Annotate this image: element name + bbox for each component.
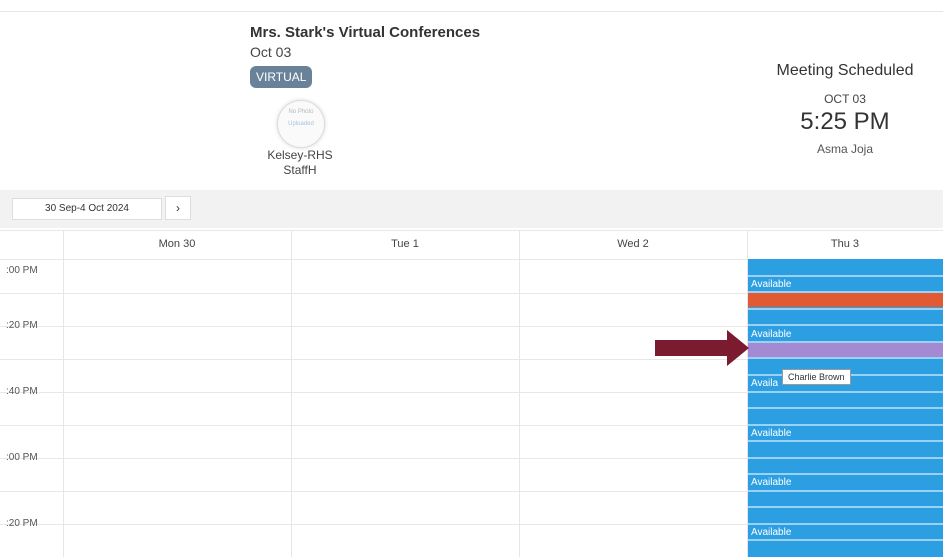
avatar: No Photo Uploaded	[277, 100, 325, 148]
slot-divider	[748, 407, 943, 409]
time-label: :00 PM	[6, 265, 38, 276]
annotation-arrow-shaft	[655, 340, 727, 356]
grid-line	[0, 230, 943, 231]
column-divider	[519, 230, 520, 557]
avatar-placeholder-subtext: Uploaded	[288, 121, 314, 127]
time-label: :20 PM	[6, 320, 38, 331]
slot-divider	[748, 440, 943, 442]
next-week-button[interactable]: ›	[165, 196, 191, 220]
meeting-date: OCT 03	[824, 92, 866, 106]
day-header-thu: Thu 3	[830, 238, 860, 250]
conference-title: Mrs. Stark's Virtual Conferences	[250, 24, 481, 41]
staff-name-line-1: Kelsey-RHS	[267, 148, 333, 162]
booked-slot[interactable]	[748, 293, 943, 307]
slot-divider	[748, 539, 943, 541]
slot-tooltip: Charlie Brown	[782, 369, 851, 385]
time-label: :40 PM	[6, 386, 38, 397]
date-range-picker[interactable]: 30 Sep-4 Oct 2024	[12, 198, 162, 220]
slot-divider	[748, 424, 943, 426]
column-divider	[291, 230, 292, 557]
selected-booked-slot[interactable]	[748, 343, 943, 357]
column-divider	[63, 230, 64, 557]
conference-date: Oct 03	[250, 44, 292, 60]
day-header-mon: Mon 30	[158, 238, 196, 250]
slot-divider	[748, 490, 943, 492]
day-header-wed: Wed 2	[617, 238, 649, 250]
meeting-status: Meeting Scheduled	[776, 62, 914, 79]
day-header-tue: Tue 1	[391, 238, 419, 250]
slot-divider	[748, 357, 943, 359]
time-label: :00 PM	[6, 452, 38, 463]
avatar-placeholder-text: No Photo	[288, 109, 314, 115]
time-label: :20 PM	[6, 518, 38, 529]
available-slot-label[interactable]: Available	[751, 329, 791, 340]
slot-divider	[748, 523, 943, 525]
available-slot-label[interactable]: Available	[751, 279, 791, 290]
staff-name: Kelsey-RHS StaffH	[240, 148, 360, 178]
slot-divider	[748, 275, 943, 277]
available-slot-label[interactable]: Available	[751, 477, 791, 488]
virtual-badge: VIRTUAL	[250, 66, 313, 88]
slot-divider	[748, 506, 943, 508]
slot-divider	[748, 308, 943, 310]
available-slot-label[interactable]: Available	[751, 428, 791, 439]
slot-divider	[748, 324, 943, 326]
top-divider	[0, 11, 943, 12]
slot-divider	[748, 391, 943, 393]
available-slot-label[interactable]: Availa	[751, 378, 778, 389]
slot-divider	[748, 457, 943, 459]
available-slot-label[interactable]: Available	[751, 527, 791, 538]
slot-divider	[748, 473, 943, 475]
staff-name-line-2: StaffH	[283, 163, 317, 177]
annotation-arrow-icon	[727, 330, 749, 366]
meeting-person: Asma Joja	[816, 142, 874, 156]
meeting-time: 5:25 PM	[800, 108, 890, 135]
